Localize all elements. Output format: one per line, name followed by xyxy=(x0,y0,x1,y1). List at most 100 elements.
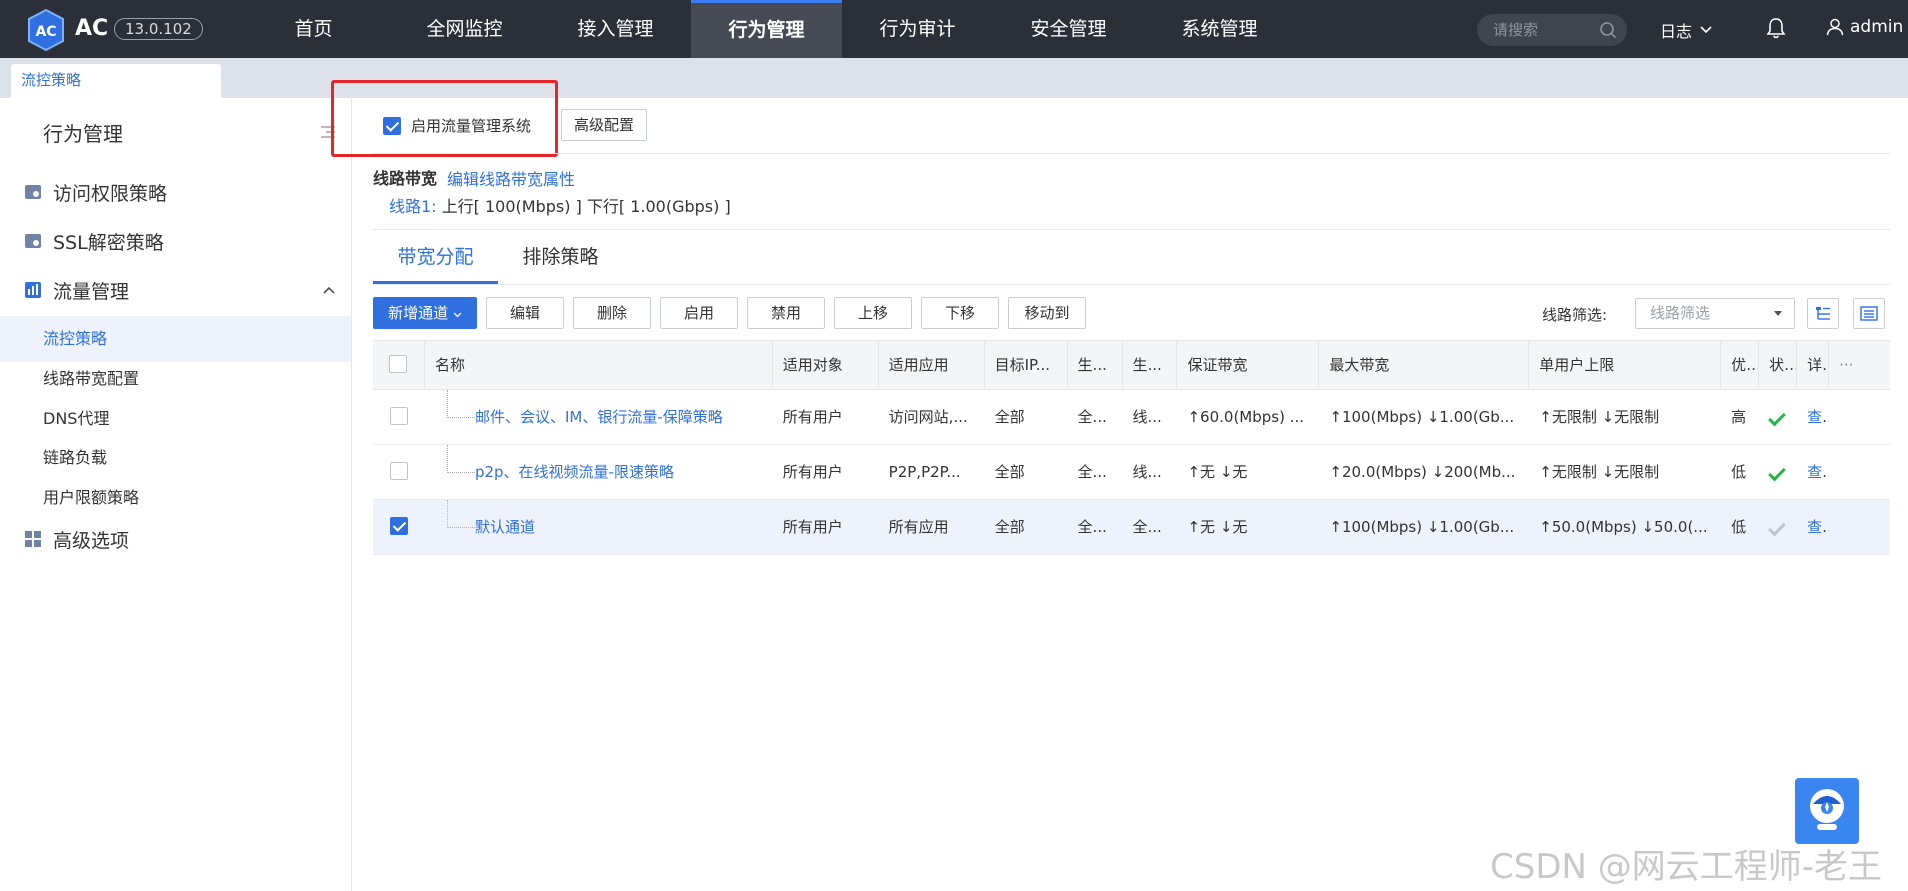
guarantee-cell: ↑60.0(Mbps) ... xyxy=(1187,408,1305,426)
line1-value: 上行[ 100(Mbps) ] 下行[ 1.00(Gbps) ] xyxy=(441,197,731,216)
col-priority[interactable]: 优... xyxy=(1721,341,1760,389)
col-name[interactable]: 名称 xyxy=(425,341,773,389)
per-user-cell: ↑无限制 ↓无限制 xyxy=(1539,408,1660,426)
tree-view-button[interactable] xyxy=(1807,298,1839,329)
policy-name-link[interactable]: 邮件、会议、IM、银行流量-保障策略 xyxy=(475,408,723,426)
col-effective-2[interactable]: 生... xyxy=(1123,341,1178,389)
enable-button[interactable]: 启用 xyxy=(660,297,738,329)
row-checkbox[interactable] xyxy=(389,517,408,535)
effective-cell-1: 全... xyxy=(1077,463,1107,481)
tree-connector xyxy=(446,445,477,473)
disabled-check-icon[interactable] xyxy=(1768,518,1786,537)
col-guarantee-bw[interactable]: 保证带宽 xyxy=(1177,341,1320,389)
col-effective-1[interactable]: 生... xyxy=(1068,341,1123,389)
sidebar-item-access-policy[interactable]: 访问权限策略 xyxy=(0,168,351,216)
col-target[interactable]: 适用对象 xyxy=(773,341,879,389)
tab-bandwidth-allocation[interactable]: 带宽分配 xyxy=(373,232,498,284)
search-input[interactable] xyxy=(1493,14,1593,46)
log-label: 日志 xyxy=(1660,22,1693,41)
app-cell: P2P,P2P... xyxy=(888,463,961,481)
divider xyxy=(373,229,1890,230)
line-filter-label: 线路筛选: xyxy=(1542,306,1608,324)
nav-monitor[interactable]: 全网监控 xyxy=(389,0,540,58)
disable-button[interactable]: 禁用 xyxy=(747,297,825,329)
table-row[interactable]: p2p、在线视频流量-限速策略 所有用户 P2P,P2P... 全部 全... … xyxy=(373,445,1890,500)
enable-traffic-mgmt[interactable]: 启用流量管理系统 xyxy=(383,115,531,136)
main-nav: 首页 全网监控 接入管理 行为管理 行为审计 安全管理 系统管理 xyxy=(238,0,1295,58)
nav-behavior[interactable]: 行为管理 xyxy=(691,0,842,58)
name-cell: 邮件、会议、IM、银行流量-保障策略 xyxy=(425,390,773,444)
status-cell xyxy=(1759,500,1797,554)
edit-bandwidth-link[interactable]: 编辑线路带宽属性 xyxy=(447,166,575,190)
assistant-bot-icon xyxy=(1810,789,1844,830)
nav-system[interactable]: 系统管理 xyxy=(1144,0,1295,58)
table-row[interactable]: 默认通道 所有用户 所有应用 全部 全... 全... ↑无 ↓无 ↑100(M… xyxy=(373,500,1890,555)
col-app[interactable]: 适用应用 xyxy=(879,341,985,389)
divider xyxy=(373,153,1890,154)
sidebar: 行为管理 访问权限策略 SSL解密策略 流量管理 流控策略 线路带宽配置 DNS… xyxy=(0,98,352,891)
move-down-button[interactable]: 下移 xyxy=(921,297,999,329)
detail-cell: 查... xyxy=(1797,390,1829,444)
table-row[interactable]: 邮件、会议、IM、银行流量-保障策略 所有用户 访问网站,... 全部 全...… xyxy=(373,390,1890,445)
enabled-check-icon[interactable] xyxy=(1768,463,1786,482)
row-checkbox[interactable] xyxy=(389,462,408,480)
policy-name-link[interactable]: 默认通道 xyxy=(475,518,535,536)
detail-link[interactable]: 查... xyxy=(1807,408,1829,426)
line-filter-placeholder: 线路筛选 xyxy=(1650,304,1711,322)
sidebar-item-ssl-policy[interactable]: SSL解密策略 xyxy=(0,217,351,265)
nav-home[interactable]: 首页 xyxy=(238,0,389,58)
log-menu[interactable]: 日志 xyxy=(1660,18,1712,42)
tab-exclude-policy[interactable]: 排除策略 xyxy=(498,232,623,284)
move-up-button[interactable]: 上移 xyxy=(834,297,912,329)
nav-security[interactable]: 安全管理 xyxy=(993,0,1144,58)
enabled-check-icon[interactable] xyxy=(1768,408,1786,427)
enable-checkbox[interactable] xyxy=(383,116,401,135)
status-cell xyxy=(1759,445,1797,499)
list-view-button[interactable] xyxy=(1853,298,1885,329)
col-detail[interactable]: 详... xyxy=(1797,341,1830,389)
user-menu[interactable]: admin xyxy=(1826,17,1903,37)
effective-cell-2: 线... xyxy=(1132,408,1162,426)
col-dest-ip[interactable]: 目标IP... xyxy=(985,341,1068,389)
username: admin xyxy=(1850,17,1904,37)
ssl-icon xyxy=(25,234,41,248)
policy-name-link[interactable]: p2p、在线视频流量-限速策略 xyxy=(475,463,674,481)
toolbar: 新增通道 编辑 删除 启用 禁用 上移 下移 移动到 xyxy=(373,297,1086,329)
nav-access[interactable]: 接入管理 xyxy=(540,0,691,58)
column-options-icon[interactable]: ··· xyxy=(1829,341,1890,389)
assistant-widget[interactable] xyxy=(1795,778,1859,844)
options-cell xyxy=(1829,390,1890,444)
enable-label: 启用流量管理系统 xyxy=(411,117,532,135)
col-per-user-limit[interactable]: 单用户上限 xyxy=(1529,341,1722,389)
max-bw-cell: ↑100(Mbps) ↓1.00(Gb... xyxy=(1329,518,1515,536)
move-to-button[interactable]: 移动到 xyxy=(1008,297,1086,329)
brand-name: AC xyxy=(75,16,109,41)
edit-button[interactable]: 编辑 xyxy=(486,297,564,329)
sidebar-item-label: 高级选项 xyxy=(53,529,130,552)
col-status[interactable]: 状... xyxy=(1759,341,1798,389)
dest-ip-cell: 全部 xyxy=(994,518,1025,536)
svg-text:AC: AC xyxy=(35,24,56,40)
detail-link[interactable]: 查... xyxy=(1807,518,1829,536)
advanced-config-button[interactable]: 高级配置 xyxy=(561,109,648,141)
add-channel-button[interactable]: 新增通道 xyxy=(373,297,477,329)
watermark: CSDN @网云工程师-老王 xyxy=(1490,847,1883,887)
col-max-bw[interactable]: 最大带宽 xyxy=(1319,341,1530,389)
page-tab-flow-policy[interactable]: 流控策略 xyxy=(11,64,221,98)
effective-cell-2: 线... xyxy=(1132,463,1162,481)
delete-button[interactable]: 删除 xyxy=(573,297,651,329)
status-cell xyxy=(1759,390,1797,444)
row-checkbox[interactable] xyxy=(389,407,408,425)
line1-label[interactable]: 线路1: xyxy=(389,197,437,216)
dest-ip-cell: 全部 xyxy=(994,463,1025,481)
bell-icon[interactable] xyxy=(1765,16,1787,40)
select-all-checkbox[interactable] xyxy=(389,355,408,373)
options-cell xyxy=(1829,500,1890,554)
line-filter-select[interactable]: 线路筛选 xyxy=(1635,298,1795,329)
nav-audit[interactable]: 行为审计 xyxy=(842,0,993,58)
guarantee-cell: ↑无 ↓无 xyxy=(1187,518,1248,536)
sidebar-item-traffic-mgmt[interactable]: 流量管理 xyxy=(0,266,351,314)
sidebar-item-advanced[interactable]: 高级选项 xyxy=(0,515,351,563)
detail-link[interactable]: 查... xyxy=(1807,463,1829,481)
search-icon[interactable] xyxy=(1599,21,1617,39)
